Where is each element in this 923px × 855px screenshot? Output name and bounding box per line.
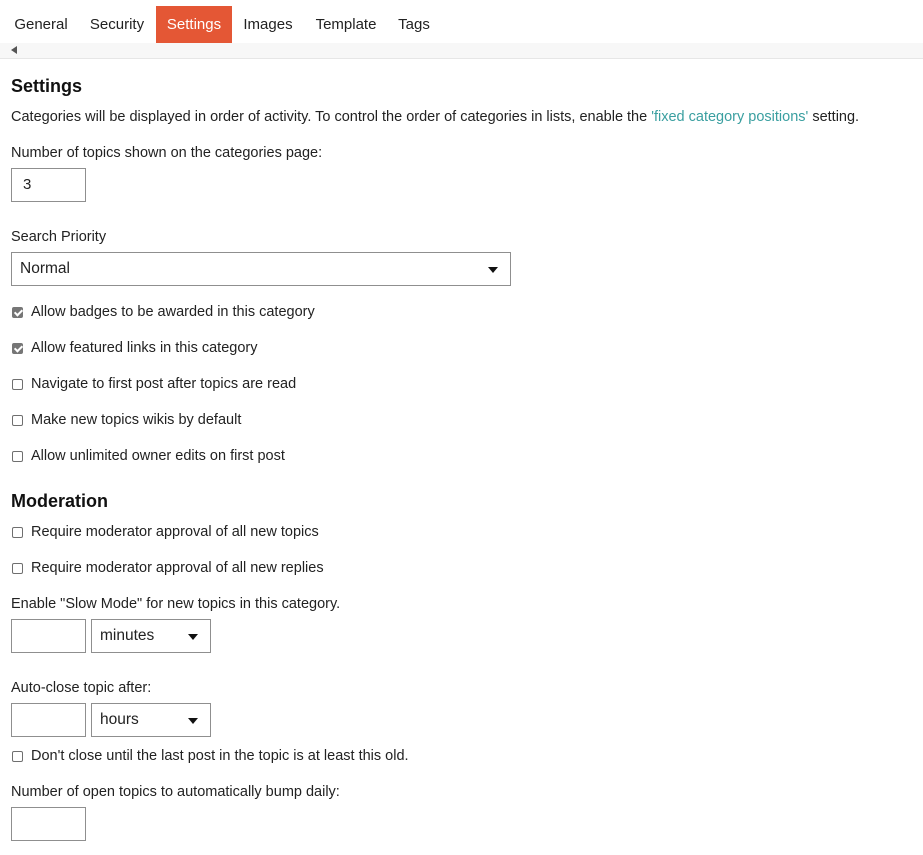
navigate-first-post-label: Navigate to first post after topics are … bbox=[31, 376, 297, 392]
dont-close-label: Don't close until the last post in the t… bbox=[31, 748, 409, 764]
search-priority-value: Normal bbox=[20, 260, 70, 277]
checkbox-icon[interactable] bbox=[12, 562, 23, 574]
approve-topics-label: Require moderator approval of all new to… bbox=[31, 524, 319, 540]
checkbox-icon[interactable] bbox=[12, 378, 23, 390]
slow-mode-unit-value: minutes bbox=[100, 627, 155, 644]
topics-shown-input[interactable]: 3 bbox=[11, 168, 86, 202]
bump-input[interactable] bbox=[11, 807, 86, 841]
allow-featured-links-checkbox[interactable]: Allow featured links in this category bbox=[12, 339, 257, 357]
topics-shown-label: Number of topics shown on the categories… bbox=[11, 145, 323, 161]
checkbox-icon[interactable] bbox=[12, 414, 23, 426]
moderation-heading: Moderation bbox=[11, 491, 108, 511]
navigate-first-post-checkbox[interactable]: Navigate to first post after topics are … bbox=[12, 375, 296, 393]
search-priority-select[interactable]: Normal bbox=[11, 252, 511, 286]
tab-images[interactable]: Images bbox=[232, 6, 304, 43]
auto-close-unit-value: hours bbox=[100, 711, 139, 728]
tab-scroll-strip bbox=[0, 43, 923, 59]
allow-featured-links-label: Allow featured links in this category bbox=[31, 340, 258, 356]
chevron-down-icon bbox=[188, 634, 198, 640]
settings-description: Categories will be displayed in order of… bbox=[11, 109, 860, 125]
slow-mode-input[interactable] bbox=[11, 619, 86, 653]
allow-badges-checkbox[interactable]: Allow badges to be awarded in this categ… bbox=[12, 303, 315, 321]
search-priority-label: Search Priority bbox=[11, 229, 107, 245]
tab-template[interactable]: Template bbox=[304, 6, 388, 43]
allow-badges-label: Allow badges to be awarded in this categ… bbox=[31, 304, 315, 320]
wiki-default-checkbox[interactable]: Make new topics wikis by default bbox=[12, 411, 241, 429]
bump-label: Number of open topics to automatically b… bbox=[11, 784, 340, 800]
dont-close-checkbox[interactable]: Don't close until the last post in the t… bbox=[12, 747, 409, 765]
auto-close-input[interactable] bbox=[11, 703, 86, 737]
slow-mode-label: Enable "Slow Mode" for new topics in thi… bbox=[11, 596, 341, 612]
settings-heading: Settings bbox=[11, 76, 83, 96]
approve-replies-label: Require moderator approval of all new re… bbox=[31, 560, 324, 576]
unlimited-edits-label: Allow unlimited owner edits on first pos… bbox=[31, 448, 285, 464]
scroll-left-icon[interactable] bbox=[11, 46, 17, 54]
fixed-category-positions-link[interactable]: 'fixed category positions' bbox=[651, 109, 808, 125]
tab-tags[interactable]: Tags bbox=[388, 6, 440, 43]
tab-security[interactable]: Security bbox=[78, 6, 156, 43]
approve-topics-checkbox[interactable]: Require moderator approval of all new to… bbox=[12, 523, 319, 541]
tab-settings[interactable]: Settings bbox=[156, 6, 232, 43]
slow-mode-unit-select[interactable]: minutes bbox=[91, 619, 211, 653]
tab-general[interactable]: General bbox=[4, 6, 78, 43]
checkbox-icon[interactable] bbox=[12, 526, 23, 538]
checkbox-icon[interactable] bbox=[12, 450, 23, 462]
wiki-default-label: Make new topics wikis by default bbox=[31, 412, 242, 428]
checkbox-checked-icon[interactable] bbox=[12, 306, 23, 318]
unlimited-edits-checkbox[interactable]: Allow unlimited owner edits on first pos… bbox=[12, 447, 285, 465]
auto-close-label: Auto-close topic after: bbox=[11, 680, 152, 696]
checkbox-icon[interactable] bbox=[12, 750, 23, 762]
checkbox-checked-icon[interactable] bbox=[12, 342, 23, 354]
chevron-down-icon bbox=[488, 267, 498, 273]
chevron-down-icon bbox=[188, 718, 198, 724]
approve-replies-checkbox[interactable]: Require moderator approval of all new re… bbox=[12, 559, 324, 577]
auto-close-unit-select[interactable]: hours bbox=[91, 703, 211, 737]
